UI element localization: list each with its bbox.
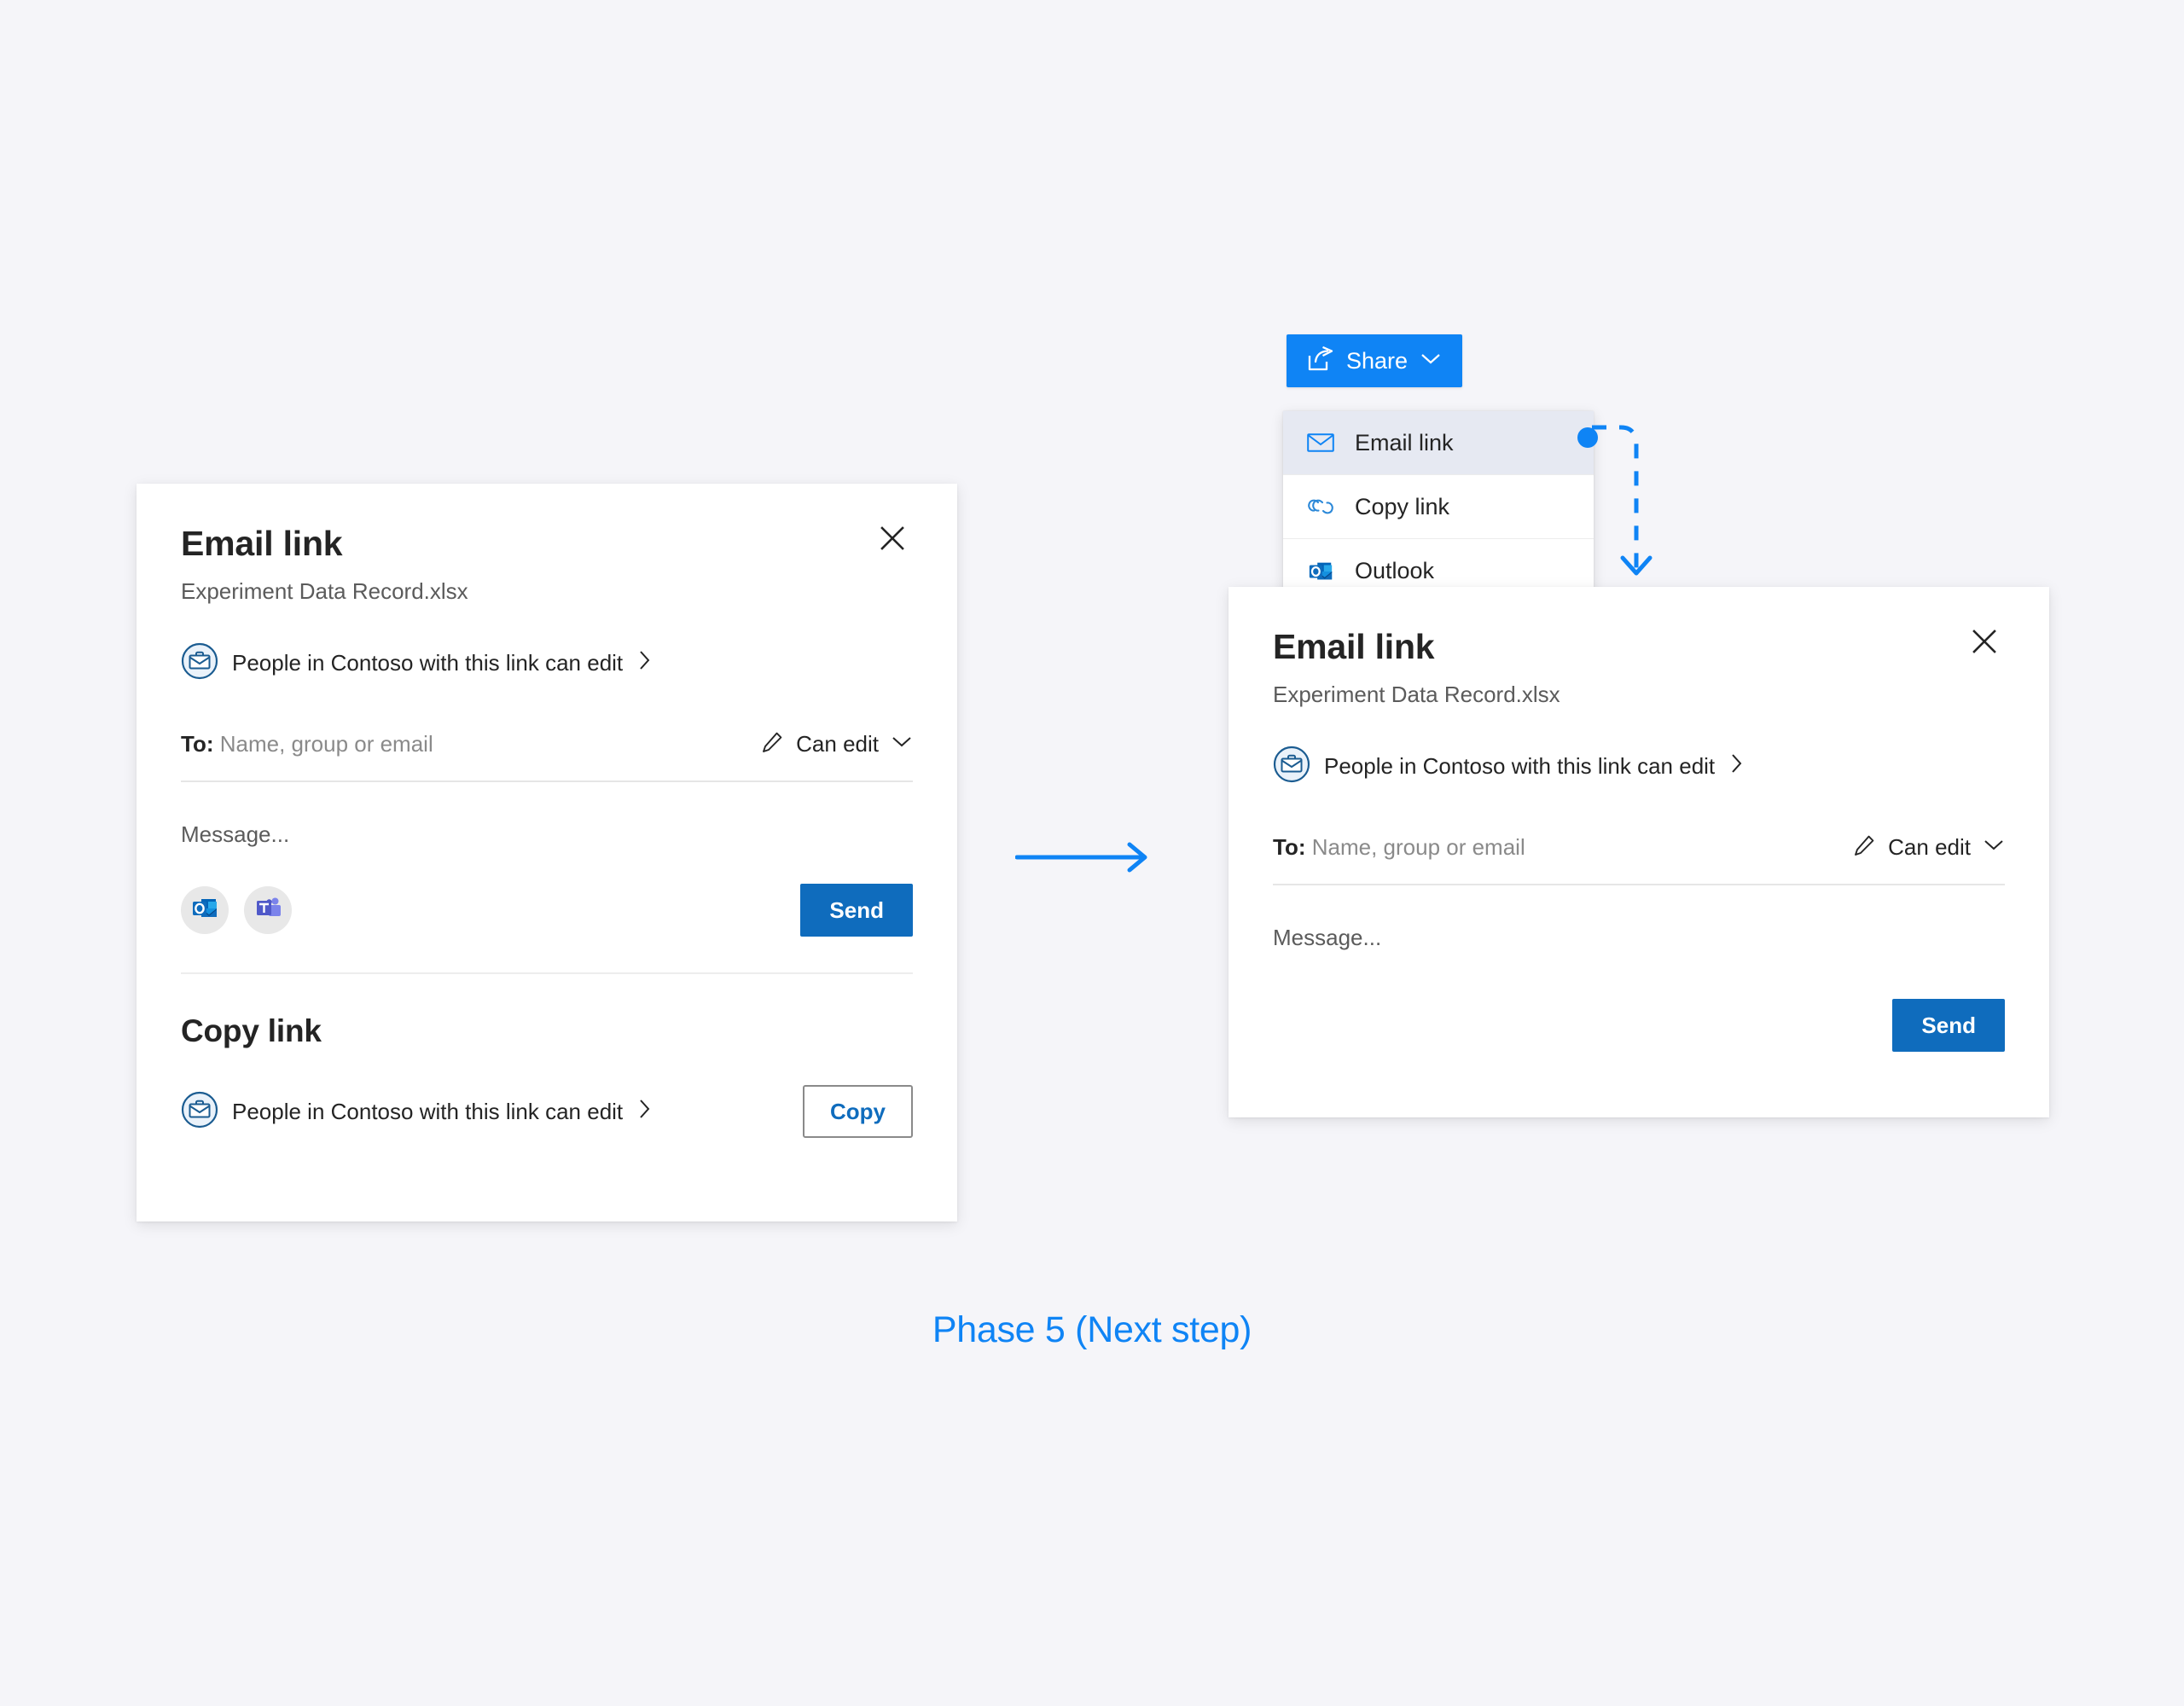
recipients-divider <box>1273 884 2005 886</box>
close-button[interactable] <box>1964 621 2005 662</box>
permission-dropdown[interactable]: Can edit <box>760 730 913 758</box>
link-chain-icon <box>1305 496 1336 517</box>
phase-caption: Phase 5 (Next step) <box>932 1309 1252 1350</box>
share-menu: Email link Copy link Outlook <box>1283 411 1594 603</box>
share-icon <box>1307 345 1334 376</box>
pencil-icon <box>760 730 784 758</box>
close-icon <box>1970 627 1999 656</box>
recipients-row: To: Name, group or email Can edit <box>181 730 913 780</box>
dialog-actions: Send <box>181 884 913 937</box>
dialog-actions: Send <box>1273 999 2005 1053</box>
app-shortcuts <box>181 886 292 935</box>
share-button-label: Share <box>1346 347 1409 374</box>
page-title: Email link <box>1273 627 1435 666</box>
send-button[interactable]: Send <box>800 884 913 937</box>
message-placeholder: Message... <box>1273 925 1382 951</box>
link-permission-row[interactable]: People in Contoso with this link can edi… <box>1273 746 2005 787</box>
file-name: Experiment Data Record.xlsx <box>1273 682 1560 708</box>
to-placeholder: Name, group or email <box>1311 834 1525 861</box>
briefcase-people-icon <box>181 1091 218 1133</box>
to-label: To: <box>181 731 214 757</box>
share-button[interactable]: Share <box>1287 334 1463 387</box>
menu-item-email-link[interactable]: Email link <box>1283 411 1594 475</box>
copy-link-title: Copy link <box>181 1013 322 1049</box>
copy-link-row: People in Contoso with this link can edi… <box>181 1085 913 1139</box>
flow-arrow-right <box>1014 832 1160 887</box>
close-button[interactable] <box>872 518 913 559</box>
chevron-down-icon <box>1420 352 1442 370</box>
email-link-dialog-before: Email link Experiment Data Record.xlsx P… <box>136 484 957 1221</box>
chevron-right-icon <box>1730 752 1744 780</box>
permission-dropdown-label: Can edit <box>1888 834 1971 861</box>
file-name: Experiment Data Record.xlsx <box>181 578 468 605</box>
teams-icon <box>253 894 282 927</box>
to-label: To: <box>1273 834 1306 861</box>
dialog-header: Email link Experiment Data Record.xlsx <box>1273 587 2005 708</box>
envelope-icon <box>1305 432 1336 453</box>
message-input[interactable]: Message... <box>1273 925 2005 951</box>
link-permission-label: People in Contoso with this link can edi… <box>1324 753 1716 780</box>
permission-dropdown[interactable]: Can edit <box>1852 833 2005 862</box>
share-via-outlook-button[interactable] <box>181 886 229 935</box>
chevron-down-icon <box>1983 838 2005 856</box>
menu-item-label: Outlook <box>1355 558 1435 583</box>
recipients-row: To: Name, group or email Can edit <box>1273 833 2005 884</box>
dialog-header: Email link Experiment Data Record.xlsx <box>181 484 913 605</box>
close-icon <box>878 524 907 553</box>
outlook-icon <box>190 894 219 927</box>
chevron-right-icon <box>638 649 652 677</box>
link-permission-row[interactable]: People in Contoso with this link can edi… <box>181 642 913 684</box>
send-button[interactable]: Send <box>1892 999 2005 1053</box>
to-placeholder: Name, group or email <box>219 731 433 757</box>
message-input[interactable]: Message... <box>181 821 913 848</box>
menu-item-label: Copy link <box>1355 493 1450 519</box>
chevron-right-icon <box>638 1098 652 1126</box>
pencil-icon <box>1852 833 1876 862</box>
permission-dropdown-label: Can edit <box>796 731 879 757</box>
share-via-teams-button[interactable] <box>244 886 292 935</box>
copy-link-section: Copy link People in Contoso with this li… <box>181 974 913 1139</box>
page-title: Email link <box>181 524 343 563</box>
briefcase-people-icon <box>181 642 218 684</box>
anchor-dot <box>1577 427 1598 448</box>
briefcase-people-icon <box>1273 746 1310 787</box>
message-placeholder: Message... <box>181 821 290 848</box>
arrow-right-icon <box>1014 842 1160 886</box>
copy-link-permission-label: People in Contoso with this link can edi… <box>232 1098 624 1124</box>
to-input[interactable]: To: Name, group or email <box>181 731 433 757</box>
menu-item-copy-link[interactable]: Copy link <box>1283 475 1594 539</box>
diagram-canvas: Email link Experiment Data Record.xlsx P… <box>0 0 2184 1706</box>
outlook-icon <box>1305 558 1336 585</box>
menu-item-label: Email link <box>1355 429 1454 456</box>
chevron-down-icon <box>891 735 913 753</box>
link-permission-label: People in Contoso with this link can edi… <box>232 650 624 676</box>
copy-button[interactable]: Copy <box>803 1085 913 1139</box>
email-link-dialog-after: Email link Experiment Data Record.xlsx P… <box>1228 587 2049 1117</box>
to-input[interactable]: To: Name, group or email <box>1273 834 1525 861</box>
copy-link-permission-row[interactable]: People in Contoso with this link can edi… <box>181 1091 652 1133</box>
recipients-divider <box>181 780 913 783</box>
